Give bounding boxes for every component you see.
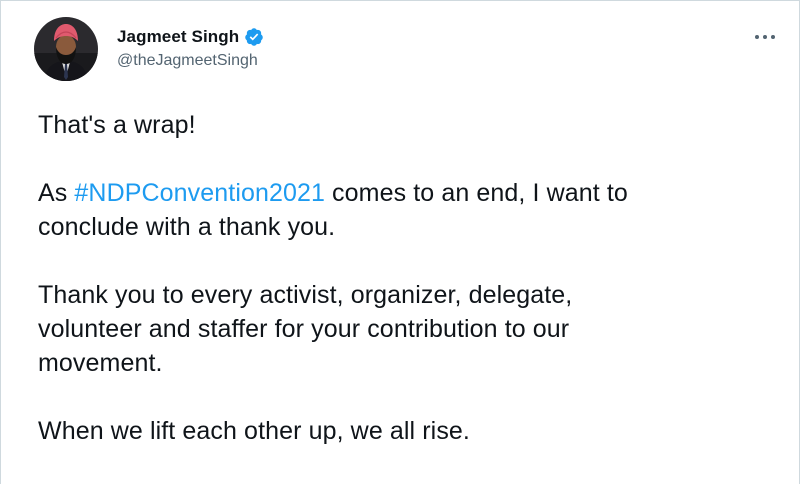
- tweet-paragraph-1: That's a wrap!: [38, 108, 778, 142]
- tweet-text: That's a wrap! As #NDPConvention2021 com…: [38, 108, 778, 448]
- tweet-line: As: [38, 179, 75, 207]
- author-display-name[interactable]: Jagmeet Singh: [117, 27, 239, 47]
- name-row: Jagmeet Singh: [117, 25, 264, 49]
- tweet-line: volunteer and staffer for your contribut…: [38, 315, 570, 343]
- avatar-image: [34, 17, 98, 81]
- tweet-line: movement.: [38, 349, 163, 377]
- more-options-button[interactable]: [750, 27, 780, 47]
- tweet-card: Jagmeet Singh @theJagmeetSingh That's a …: [0, 0, 800, 484]
- tweet-paragraph-2: As #NDPConvention2021 comes to an end, I…: [38, 176, 778, 244]
- tweet-paragraph-4: When we lift each other up, we all rise.: [38, 414, 778, 448]
- verified-badge-icon: [244, 27, 264, 47]
- tweet-line: conclude with a thank you.: [38, 213, 336, 241]
- tweet-line: That's a wrap!: [38, 111, 196, 139]
- tweet-line: Thank you to every activist, organizer, …: [38, 281, 573, 309]
- author-handle[interactable]: @theJagmeetSingh: [117, 52, 264, 70]
- tweet-line: comes to an end, I want to: [325, 179, 628, 207]
- avatar[interactable]: [34, 17, 98, 81]
- tweet-header: Jagmeet Singh @theJagmeetSingh: [34, 16, 264, 82]
- author-names: Jagmeet Singh @theJagmeetSingh: [117, 25, 264, 70]
- hashtag-link[interactable]: #NDPConvention2021: [74, 179, 325, 207]
- tweet-line: When we lift each other up, we all rise.: [38, 417, 470, 445]
- more-options-icon: [755, 35, 775, 39]
- tweet-paragraph-3: Thank you to every activist, organizer, …: [38, 278, 778, 380]
